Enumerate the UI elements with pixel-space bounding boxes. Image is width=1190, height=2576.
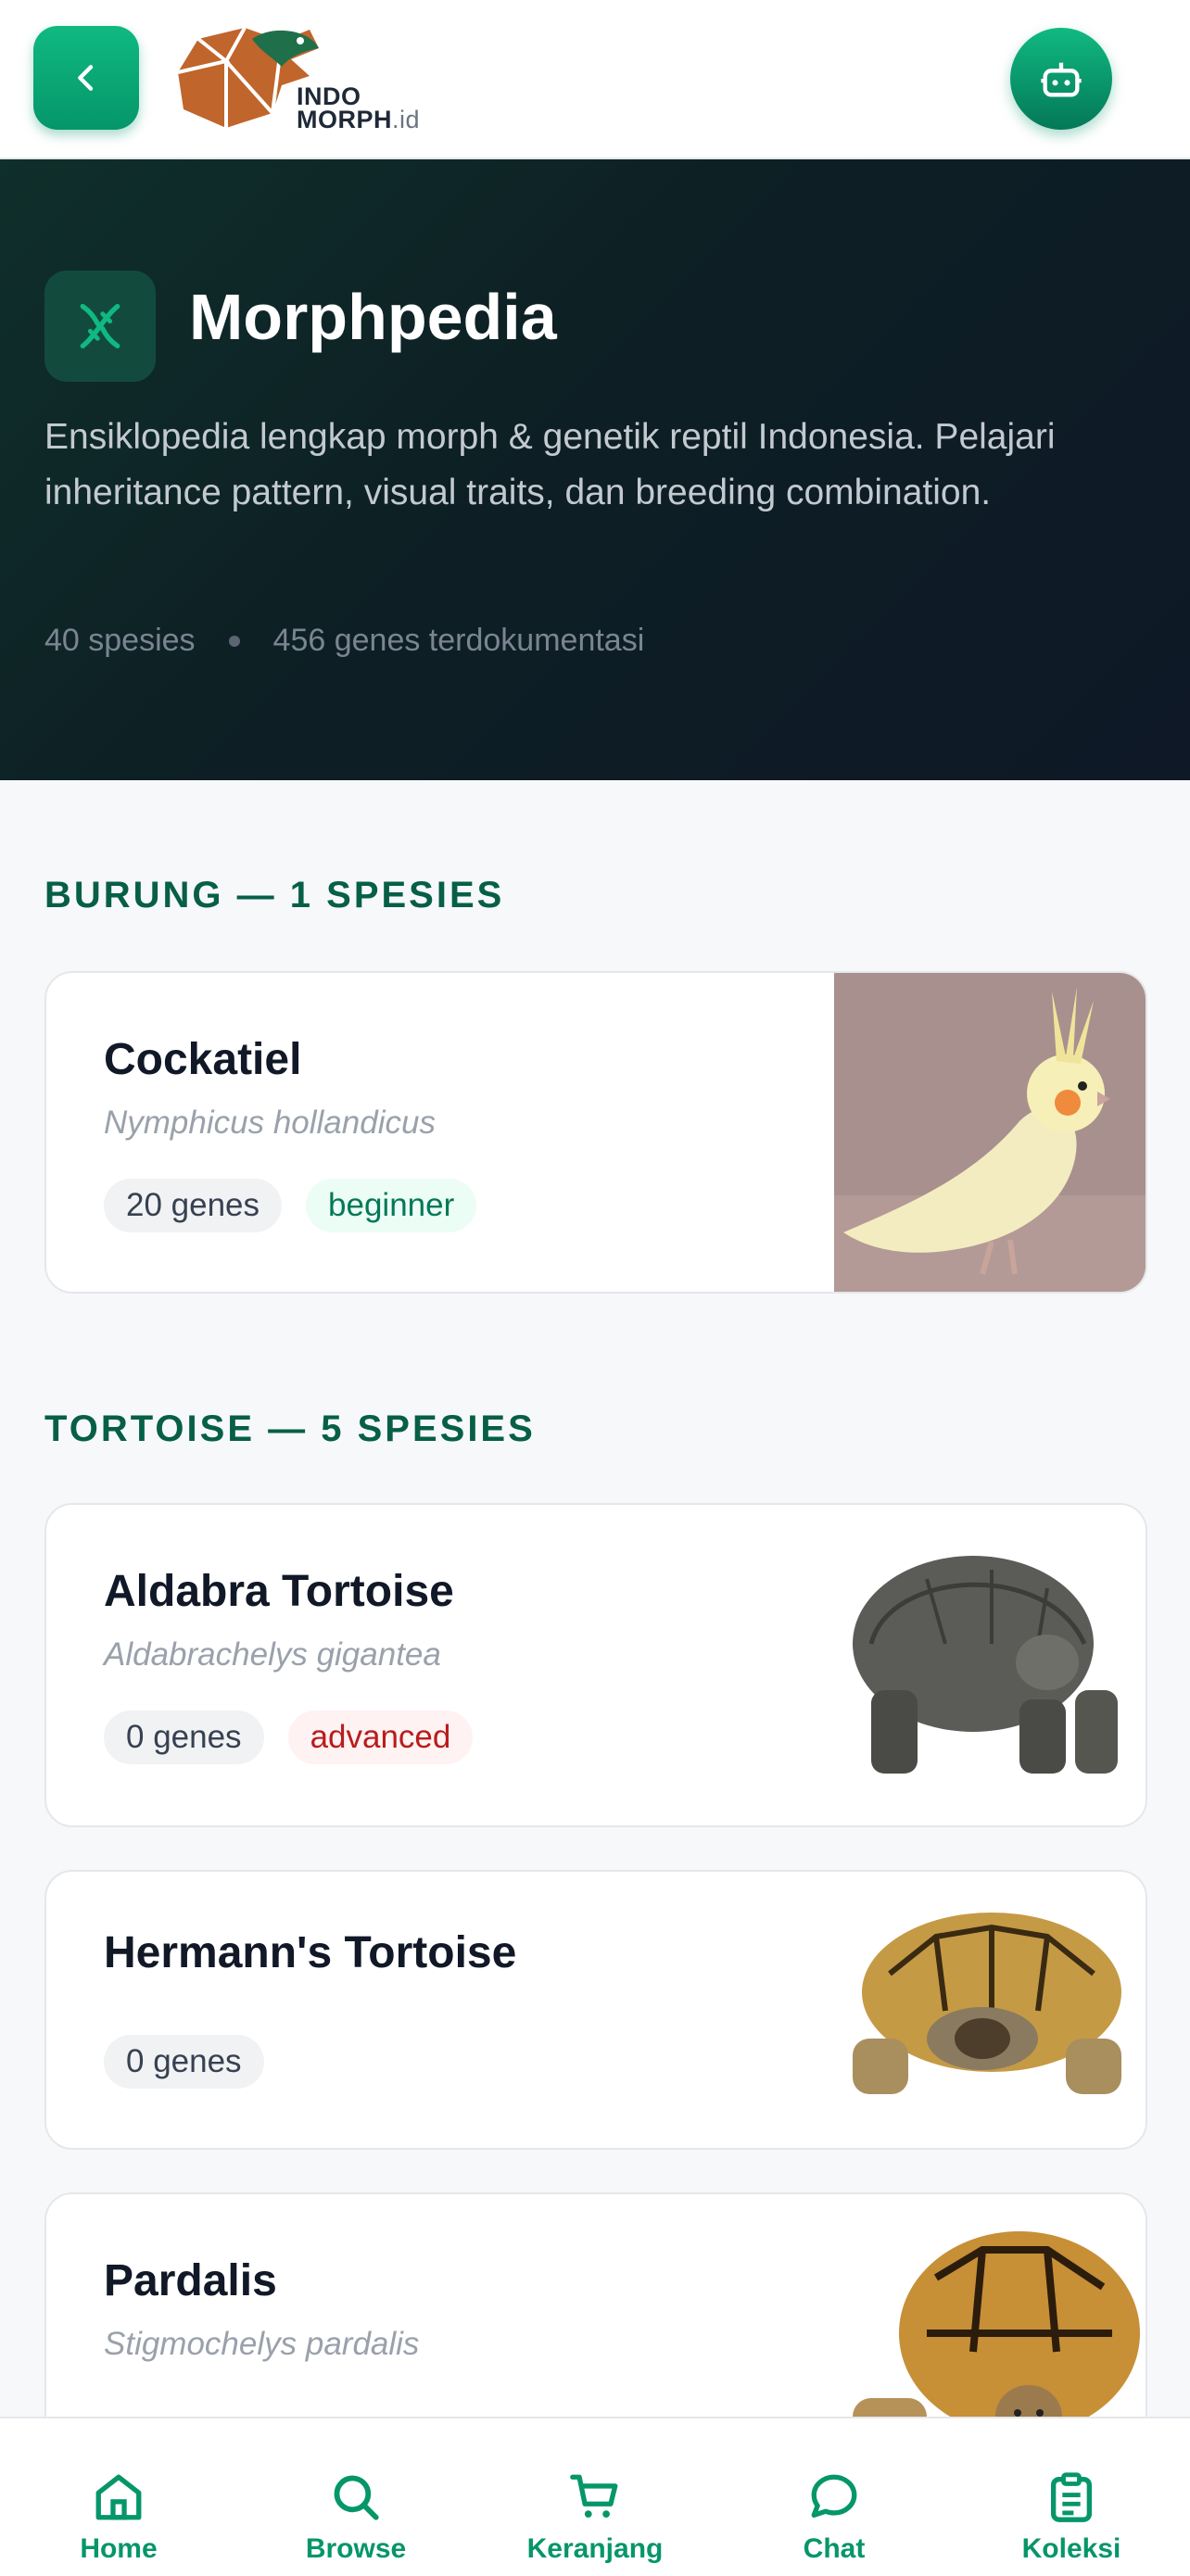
species-scientific-name: Stigmochelys pardalis [104, 2326, 420, 2362]
page-title: Morphpedia [189, 281, 557, 353]
nav-home-label: Home [80, 2533, 158, 2564]
species-tags: 0 genes advanced [104, 1711, 474, 1764]
nav-browse[interactable]: Browse [237, 2418, 475, 2576]
nav-chat-label: Chat [803, 2533, 866, 2564]
hermanns-tortoise-photo [834, 1872, 1146, 2148]
bottom-navigation: Home Browse Keranjang Chat Koleksi [0, 2417, 1190, 2576]
cart-icon [570, 2474, 618, 2518]
nav-cart-label: Keranjang [526, 2533, 664, 2564]
species-tags: 0 genes [104, 2035, 264, 2089]
level-badge: beginner [306, 1179, 477, 1232]
nav-browse-label: Browse [305, 2533, 407, 2564]
nav-collection-label: Koleksi [1021, 2533, 1121, 2564]
aldabra-tortoise-photo [834, 1505, 1146, 1825]
nav-home[interactable]: Home [0, 2418, 237, 2576]
species-scientific-name: Aldabrachelys gigantea [104, 1636, 441, 1673]
cockatiel-photo [834, 973, 1146, 1292]
home-icon [95, 2474, 142, 2520]
chevron-left-icon [78, 65, 94, 91]
species-name: Pardalis [104, 2256, 277, 2305]
separator-dot [228, 635, 240, 647]
hero-icon-badge [44, 271, 156, 382]
genes-badge: 0 genes [104, 2035, 264, 2089]
logo-line-2: MORPH [297, 106, 392, 133]
hero-stats: 40 spesies 456 genes terdokumentasi [44, 623, 644, 659]
section-title-burung: BURUNG — 1 SPESIES [44, 875, 505, 915]
genes-count: 456 genes terdokumentasi [272, 623, 645, 658]
species-name: Cockatiel [104, 1035, 302, 1084]
chat-icon [811, 2474, 857, 2518]
nav-cart[interactable]: Keranjang [476, 2418, 714, 2576]
genes-badge: 0 genes [104, 1711, 264, 1764]
species-card-aldabra-tortoise[interactable]: Aldabra Tortoise Aldabrachelys gigantea … [44, 1503, 1147, 1827]
species-name: Aldabra Tortoise [104, 1567, 454, 1616]
dna-icon [80, 304, 120, 348]
level-badge: advanced [287, 1711, 474, 1764]
species-card-cockatiel[interactable]: Cockatiel Nymphicus hollandicus 20 genes… [44, 971, 1147, 1294]
hero-banner: Morphpedia Ensiklopedia lengkap morph & … [0, 159, 1190, 780]
logo-suffix: .id [392, 106, 421, 133]
brand-logo[interactable]: INDO MORPH.id [171, 20, 449, 135]
nav-collection[interactable]: Koleksi [953, 2418, 1190, 2576]
top-bar: INDO MORPH.id [0, 0, 1190, 159]
section-title-tortoise: TORTOISE — 5 SPESIES [44, 1408, 536, 1449]
logo-wordmark: INDO MORPH.id [297, 84, 421, 133]
nav-chat[interactable]: Chat [715, 2418, 953, 2576]
species-count: 40 spesies [44, 623, 196, 658]
species-card-hermanns-tortoise[interactable]: Hermann's Tortoise 0 genes [44, 1870, 1147, 2150]
page-description: Ensiklopedia lengkap morph & genetik rep… [44, 417, 1056, 512]
robot-icon [1041, 62, 1082, 97]
species-tags: 20 genes beginner [104, 1179, 477, 1232]
species-name: Hermann's Tortoise [104, 1928, 517, 1977]
assistant-button[interactable] [1010, 28, 1112, 130]
search-icon [334, 2475, 379, 2520]
back-button[interactable] [33, 26, 139, 130]
species-scientific-name: Nymphicus hollandicus [104, 1105, 436, 1141]
genes-badge: 20 genes [104, 1179, 283, 1232]
clipboard-icon [1051, 2472, 1092, 2522]
